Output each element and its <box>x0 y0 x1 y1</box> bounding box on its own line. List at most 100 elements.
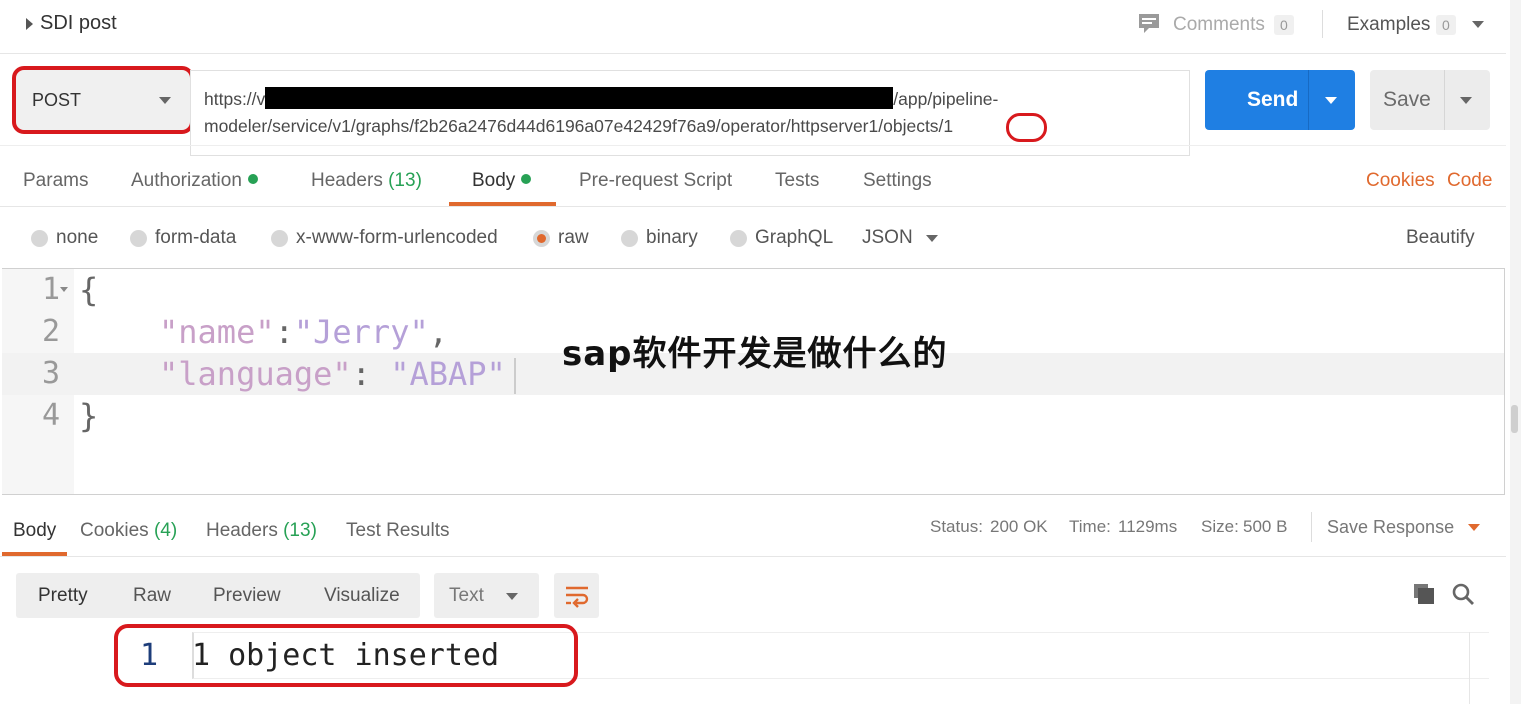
line-number: 1 <box>41 272 60 307</box>
code-close-brace: } <box>79 397 99 435</box>
search-icon[interactable] <box>1451 582 1475 606</box>
format-select[interactable]: JSON <box>862 227 913 249</box>
json-value: "ABAP" <box>390 355 506 393</box>
tab-label: Cookies <box>80 520 149 541</box>
size-label: Size: <box>1201 517 1239 536</box>
format-value: JSON <box>862 227 913 248</box>
headers-count: (13) <box>388 170 422 191</box>
json-key: "name" <box>159 313 275 351</box>
send-button[interactable]: Send <box>1205 70 1355 130</box>
radio-binary[interactable]: binary <box>621 227 698 249</box>
comment-icon[interactable] <box>1137 12 1161 36</box>
format-chevron-down-icon[interactable] <box>926 235 938 242</box>
view-raw-button[interactable]: Raw <box>133 585 171 607</box>
time-value: 1129ms <box>1118 517 1178 536</box>
response-tab-cookies[interactable]: Cookies (4) <box>80 520 177 542</box>
wrap-lines-button[interactable] <box>554 573 599 618</box>
time-label: Time: <box>1069 517 1111 536</box>
json-colon: : <box>351 355 391 393</box>
radio-circle-icon <box>130 229 147 247</box>
radio-raw[interactable]: raw <box>533 227 589 249</box>
status-label: Status: <box>930 517 983 536</box>
redacted-host <box>265 87 894 109</box>
save-options-chevron-icon[interactable] <box>1460 97 1472 104</box>
view-pretty-button[interactable]: Pretty <box>38 585 88 607</box>
response-line-number: 1 <box>140 638 159 673</box>
url-text[interactable]: https://v/app/pipeline- modeler/service/… <box>204 86 1184 140</box>
save-response-chevron-icon[interactable] <box>1468 524 1480 531</box>
format-chevron-down-icon <box>506 593 518 600</box>
send-options-chevron-icon[interactable] <box>1325 97 1337 104</box>
page-scrollbar[interactable] <box>1510 0 1521 704</box>
radio-urlencoded[interactable]: x-www-form-urlencoded <box>271 227 498 249</box>
format-value: Text <box>449 585 484 606</box>
send-label: Send <box>1247 88 1299 111</box>
save-label: Save <box>1383 88 1431 111</box>
divider <box>0 556 1506 557</box>
comments-label[interactable]: Comments <box>1173 14 1265 36</box>
radio-circle-icon <box>271 229 288 247</box>
comments-count-badge: 0 <box>1274 15 1294 35</box>
size-value: 500 B <box>1243 517 1288 536</box>
tab-authorization[interactable]: Authorization <box>131 170 258 192</box>
overlay-caption: sap软件开发是做什么的 <box>562 334 948 374</box>
radio-none[interactable]: none <box>31 227 98 249</box>
fold-arrow-icon[interactable] <box>60 287 68 292</box>
view-preview-button[interactable]: Preview <box>213 585 281 607</box>
request-name[interactable]: SDI post <box>40 12 117 35</box>
status-dot-icon <box>247 174 258 184</box>
line-number: 4 <box>41 398 60 433</box>
divider <box>1308 70 1309 130</box>
examples-dropdown-icon[interactable] <box>1472 21 1484 28</box>
code-line-3: "language": "ABAP" <box>159 355 506 393</box>
beautify-link[interactable]: Beautify <box>1406 227 1475 249</box>
response-tab-body[interactable]: Body <box>13 520 56 542</box>
status-dot-icon <box>521 174 532 184</box>
json-colon: : <box>274 313 294 351</box>
code-link[interactable]: Code <box>1447 170 1492 192</box>
radio-label: GraphQL <box>755 227 834 248</box>
line-number: 3 <box>41 356 60 391</box>
scrollbar-thumb[interactable] <box>1511 405 1518 433</box>
divider <box>1469 632 1470 704</box>
radio-label: none <box>56 227 99 248</box>
view-visualize-button[interactable]: Visualize <box>324 585 400 607</box>
code-open-brace: { <box>79 271 99 309</box>
response-tab-headers[interactable]: Headers (13) <box>206 520 317 542</box>
method-select[interactable]: POST <box>16 70 190 130</box>
json-comma: , <box>428 313 448 351</box>
radio-circle-icon <box>730 229 747 247</box>
expand-triangle-icon[interactable] <box>26 18 33 30</box>
tab-tests[interactable]: Tests <box>775 170 819 192</box>
tab-body[interactable]: Body <box>472 170 532 192</box>
radio-label: binary <box>646 227 698 248</box>
tab-params[interactable]: Params <box>23 170 88 192</box>
examples-label[interactable]: Examples <box>1347 14 1430 36</box>
tab-headers[interactable]: Headers (13) <box>311 170 422 192</box>
divider <box>1322 10 1323 38</box>
text-cursor <box>514 358 516 394</box>
radio-circle-icon <box>621 229 638 247</box>
radio-circle-icon <box>31 229 48 247</box>
json-value: "Jerry" <box>293 313 429 351</box>
radio-selected-icon <box>533 229 550 247</box>
wrap-lines-icon <box>566 586 589 608</box>
headers-count: (13) <box>283 520 317 541</box>
tab-label: Headers <box>311 170 383 191</box>
response-format-select[interactable]: Text <box>434 573 539 618</box>
save-response-button[interactable]: Save Response <box>1327 517 1454 538</box>
cookies-link[interactable]: Cookies <box>1366 170 1435 192</box>
tab-prerequest-script[interactable]: Pre-request Script <box>579 170 732 192</box>
response-tab-test-results[interactable]: Test Results <box>346 520 449 542</box>
tab-settings[interactable]: Settings <box>863 170 932 192</box>
tab-label: Headers <box>206 520 278 541</box>
radio-form-data[interactable]: form-data <box>130 227 236 249</box>
radio-graphql[interactable]: GraphQL <box>730 227 833 249</box>
save-button[interactable]: Save <box>1370 70 1490 130</box>
radio-label: x-www-form-urlencoded <box>296 227 498 248</box>
tab-label: Authorization <box>131 170 242 191</box>
copy-icon[interactable] <box>1412 582 1436 606</box>
json-key: "language" <box>159 355 352 393</box>
line-number: 2 <box>41 314 60 349</box>
code-line-2: "name":"Jerry", <box>159 313 448 351</box>
